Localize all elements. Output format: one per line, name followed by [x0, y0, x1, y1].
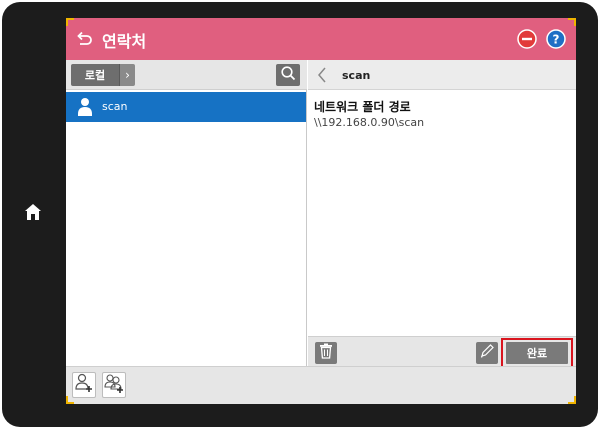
contact-detail-pane: scan 네트워크 폴더 경로 \\192.168.0.90\scan 완료: [308, 60, 576, 368]
add-group-icon: [104, 373, 124, 397]
contact-list-pane: 로컬 › scan: [66, 60, 307, 366]
bottom-toolbar: [66, 366, 576, 404]
search-icon: [280, 65, 296, 85]
corner-marker: [66, 396, 74, 404]
title-bar: 연락처 ?: [66, 18, 576, 60]
corner-marker: [568, 18, 576, 26]
add-contact-icon: [75, 373, 93, 397]
add-group-button[interactable]: [102, 372, 126, 398]
chevron-right-icon: ›: [119, 64, 135, 86]
delete-button[interactable]: [315, 342, 337, 364]
source-button-label: 로컬: [71, 64, 119, 86]
edit-button[interactable]: [476, 342, 498, 364]
contact-name: scan: [102, 100, 128, 113]
contact-detail-header: scan: [308, 60, 576, 90]
pencil-icon: [479, 343, 495, 363]
search-button[interactable]: [276, 64, 300, 86]
page-title: 연락처: [102, 32, 147, 51]
cancel-icon[interactable]: [517, 29, 537, 49]
contact-list-item[interactable]: scan: [66, 92, 306, 122]
network-folder-path-label: 네트워크 폴더 경로: [314, 100, 411, 114]
corner-marker: [66, 18, 74, 26]
contact-detail-title: scan: [342, 69, 371, 82]
screen: 연락처 ? 로컬 › scan scan 네트워크 폴더 경로 \\192.16…: [66, 18, 576, 404]
corner-marker: [568, 396, 576, 404]
help-icon[interactable]: ?: [546, 29, 566, 49]
contact-list-toolbar: 로컬 ›: [66, 60, 307, 90]
home-icon[interactable]: [22, 201, 44, 223]
done-button[interactable]: 완료: [506, 342, 568, 364]
svg-text:?: ?: [553, 33, 560, 47]
person-icon: [77, 97, 93, 117]
network-folder-path-value: \\192.168.0.90\scan: [314, 116, 425, 129]
back-icon[interactable]: [75, 30, 93, 48]
contact-detail-toolbar: 완료: [308, 336, 576, 368]
chevron-left-icon[interactable]: [317, 66, 327, 84]
trash-icon: [319, 343, 333, 363]
address-book-source-button[interactable]: 로컬 ›: [71, 64, 135, 86]
add-contact-button[interactable]: [72, 372, 96, 398]
